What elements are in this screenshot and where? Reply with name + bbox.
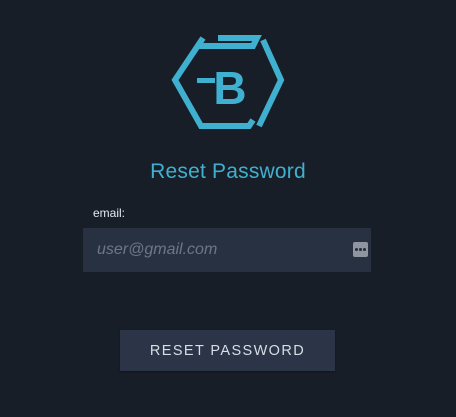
dot-icon (355, 248, 358, 251)
email-label: email: (93, 206, 126, 220)
logo-letter: B (213, 62, 246, 114)
password-manager-icon[interactable] (353, 242, 368, 257)
email-field-container (83, 228, 371, 272)
page-title: Reset Password (150, 160, 306, 183)
email-input[interactable] (83, 228, 371, 272)
dot-icon (363, 248, 366, 251)
reset-password-page: B Reset Password email: RESET PASSWORD (0, 0, 456, 417)
reset-password-button[interactable]: RESET PASSWORD (120, 330, 335, 371)
brand-logo-icon: B (171, 35, 285, 129)
dot-icon (359, 248, 362, 251)
